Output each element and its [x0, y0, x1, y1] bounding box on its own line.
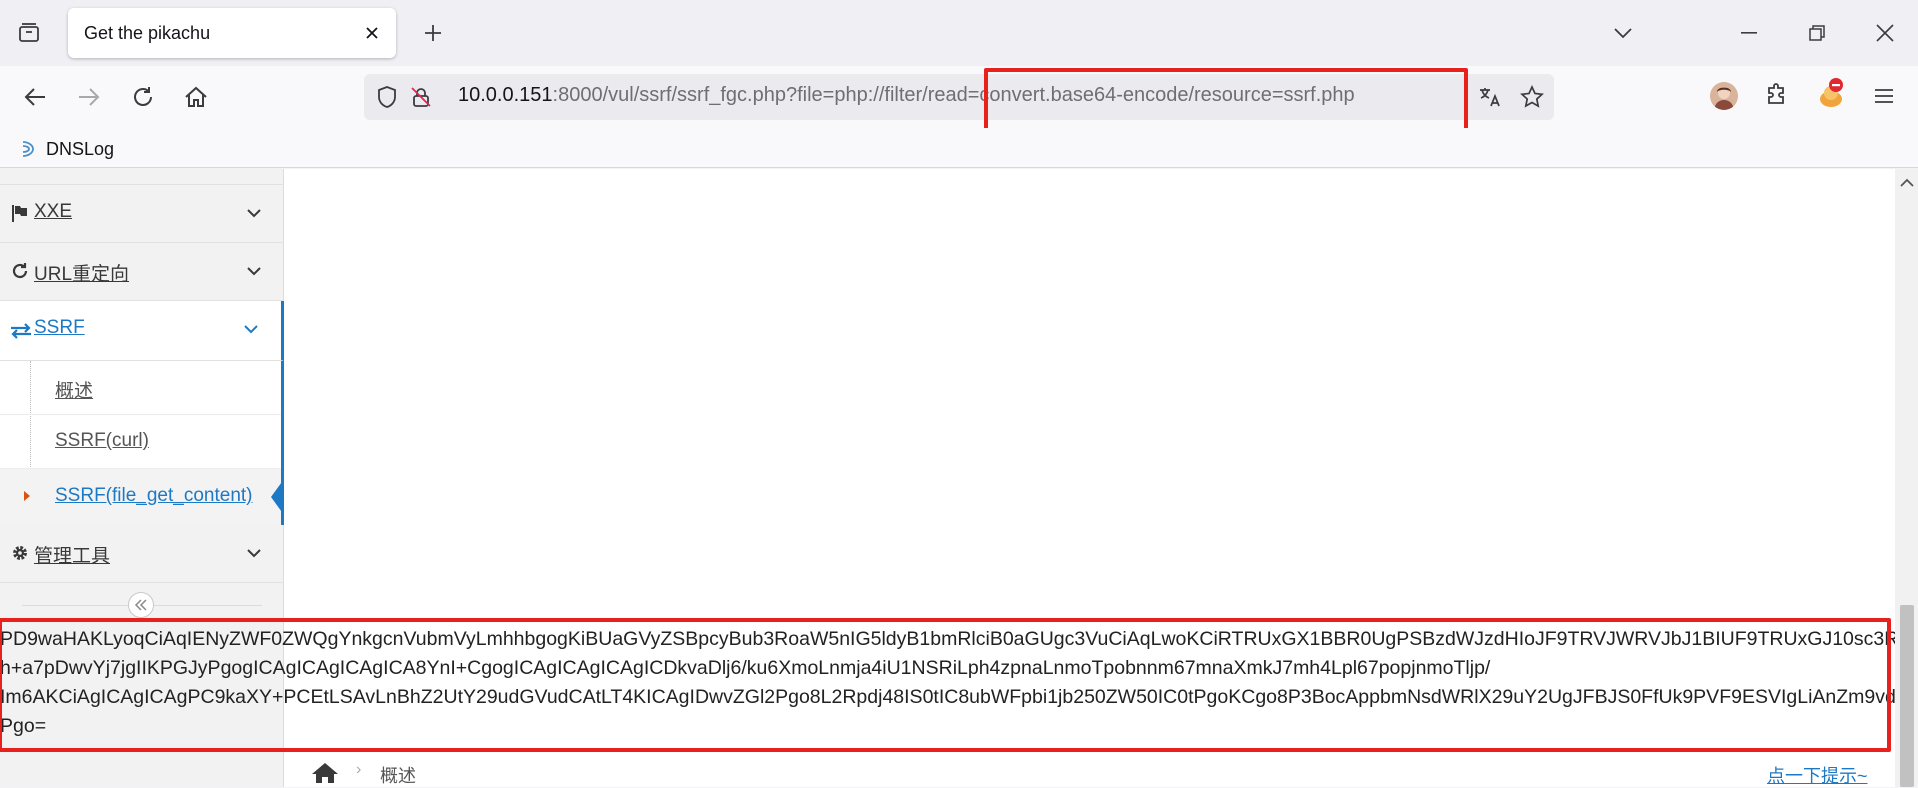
tab-bar: Get the pikachu	[0, 0, 1918, 66]
url-host: 10.0.0.151	[458, 84, 553, 106]
sidebar-item-label: 管理工具	[34, 546, 111, 567]
sidebar-top-divider	[0, 169, 284, 185]
bookmark-dnslog[interactable]: DNSLog	[20, 136, 114, 162]
sidebar-item-label: XXE	[34, 201, 73, 222]
output-highlight-box	[0, 618, 1891, 752]
close-window-icon[interactable]	[1872, 20, 1898, 46]
reload-icon[interactable]	[128, 82, 158, 112]
chevron-down-icon	[244, 261, 264, 281]
back-icon[interactable]	[20, 82, 50, 112]
bookmark-label: DNSLog	[46, 138, 115, 159]
chevron-down-icon[interactable]	[1610, 20, 1636, 46]
sidebar-item-xxe[interactable]: XXE	[0, 185, 284, 243]
breadcrumb: › 概述 点一下提示~	[284, 757, 1895, 787]
shield-icon[interactable]	[374, 84, 400, 110]
gear-icon	[10, 543, 30, 563]
translate-icon[interactable]	[1476, 84, 1504, 110]
browser-tab[interactable]: Get the pikachu	[68, 8, 396, 58]
refresh-icon	[10, 261, 30, 281]
new-tab-icon[interactable]	[420, 20, 446, 46]
chevron-down-icon	[244, 203, 264, 223]
tab-list-icon[interactable]	[14, 18, 44, 48]
breadcrumb-separator-icon: ›	[356, 761, 362, 778]
extension-blocker-icon[interactable]	[1815, 76, 1847, 110]
subitem-label: SSRF(curl)	[55, 430, 149, 451]
caret-right-icon	[22, 489, 32, 503]
sidebar-subitem-ssrf-fgc[interactable]: SSRF(file_get_content)	[0, 469, 281, 525]
bookmarks-bar: DNSLog	[0, 128, 1918, 168]
insecure-lock-icon[interactable]	[408, 84, 434, 110]
tab-title: Get the pikachu	[84, 23, 211, 43]
breadcrumb-current: 概述	[380, 766, 416, 786]
dnslog-icon	[20, 139, 38, 159]
chevron-down-icon	[244, 543, 264, 563]
home-icon[interactable]	[181, 82, 211, 112]
extensions-icon[interactable]	[1762, 80, 1792, 110]
forward-icon[interactable]	[74, 82, 104, 112]
sidebar-submenu: 概述 SSRF(curl) SSRF(file_get_content)	[0, 361, 284, 525]
subitem-label: SSRF(file_get_content)	[55, 485, 253, 506]
sidebar-subitem-overview[interactable]: 概述	[0, 361, 281, 415]
sidebar-item-ssrf[interactable]: SSRF	[0, 301, 284, 361]
exchange-icon	[10, 321, 32, 341]
restore-icon[interactable]	[1804, 20, 1830, 46]
hint-link[interactable]: 点一下提示~	[1767, 762, 1868, 788]
menu-icon[interactable]	[1870, 82, 1898, 110]
scroll-up-icon[interactable]	[1899, 175, 1915, 189]
sidebar-item-url-redirect[interactable]: URL重定向	[0, 243, 284, 301]
scrollbar-thumb[interactable]	[1900, 605, 1914, 787]
url-highlight-box	[984, 68, 1468, 134]
flag-icon	[10, 203, 30, 223]
chevron-down-icon	[241, 319, 261, 339]
profile-avatar[interactable]	[1710, 82, 1738, 110]
sidebar-item-label: URL重定向	[34, 264, 130, 285]
subitem-label: 概述	[55, 381, 94, 402]
sidebar-subitem-ssrf-curl[interactable]: SSRF(curl)	[0, 415, 281, 469]
sidebar-item-label: SSRF	[34, 317, 85, 338]
collapse-sidebar-icon[interactable]	[128, 592, 154, 618]
sidebar-item-admin-tools[interactable]: 管理工具	[0, 525, 284, 583]
active-pointer-icon	[271, 479, 284, 515]
home-icon[interactable]	[310, 761, 340, 785]
minimize-icon[interactable]	[1736, 20, 1762, 46]
page-scrollbar[interactable]	[1895, 169, 1918, 787]
bookmark-star-icon[interactable]	[1518, 84, 1546, 110]
close-tab-icon[interactable]	[360, 21, 384, 45]
